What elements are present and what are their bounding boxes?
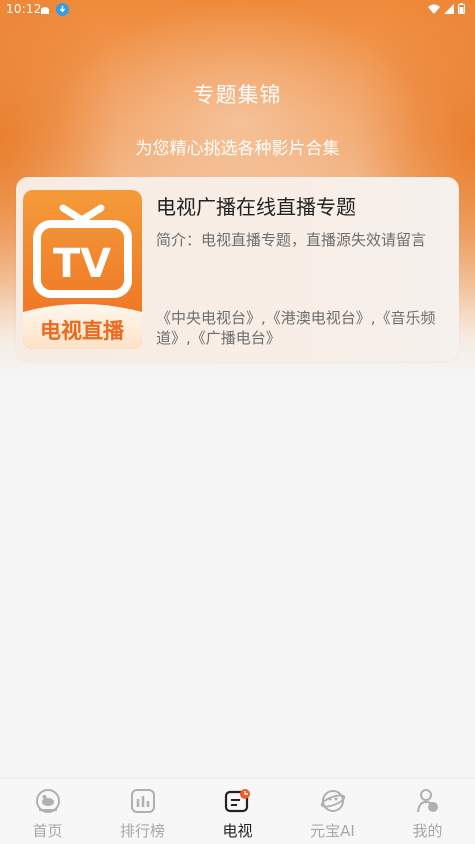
home-icon (34, 787, 62, 815)
battery-icon (458, 3, 465, 17)
page-subtitle: 为您精心挑选各种影片合集 (135, 139, 340, 159)
page-title: 专题集锦 (193, 83, 282, 107)
tab-tv-label: 电视 (222, 822, 253, 840)
cover-tv-text: TV (53, 241, 111, 287)
ai-icon (319, 787, 347, 815)
topic-description: 简介：电视直播专题，直播源失效请留言 (156, 231, 427, 249)
tab-home-label: 首页 (32, 822, 63, 840)
tab-home[interactable]: 首页 (0, 779, 95, 844)
tab-ai-label: 元宝AI (310, 822, 355, 840)
chart-icon (129, 787, 157, 815)
wifi-icon (428, 3, 440, 17)
notification-icon (40, 4, 50, 18)
profile-icon (414, 787, 442, 815)
bottom-tab-bar: 首页 排行榜 电视 元宝AI 我的 (0, 778, 475, 844)
tab-ranking-label: 排行榜 (119, 822, 165, 840)
download-icon (56, 3, 69, 19)
tab-ai[interactable]: 元宝AI (285, 779, 380, 844)
cover-caption: 电视直播 (40, 319, 125, 343)
tab-ranking[interactable]: 排行榜 (95, 779, 190, 844)
topic-card[interactable]: TV 电视直播 电视广播在线直播专题 简介：电视直播专题，直播源失效请留言 《中… (16, 177, 459, 361)
signal-icon (444, 3, 454, 17)
topic-title: 电视广播在线直播专题 (156, 195, 356, 219)
tab-tv[interactable]: 电视 (190, 779, 285, 844)
tv-icon (224, 787, 252, 815)
status-time: 10:12 (6, 2, 42, 16)
status-bar: 10:12 (0, 0, 475, 20)
tab-profile-label: 我的 (412, 822, 443, 840)
tab-profile[interactable]: 我的 (380, 779, 475, 844)
topic-cover-image: TV 电视直播 (23, 190, 142, 349)
topic-channels: 《中央电视台》,《港澳电视台》,《音乐频道》,《广播电台》 (156, 309, 436, 347)
